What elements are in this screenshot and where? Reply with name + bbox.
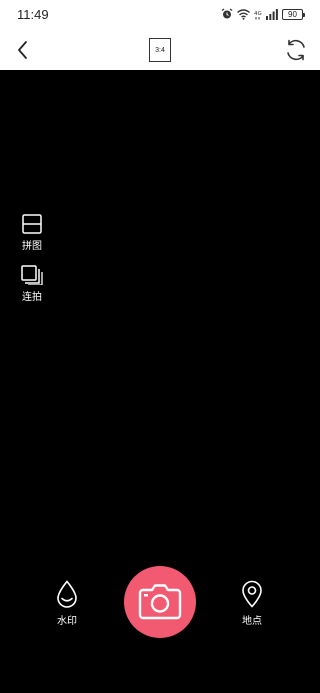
status-time: 11:49 — [17, 7, 49, 22]
collage-icon — [22, 214, 42, 234]
camera-icon — [138, 584, 182, 620]
aspect-ratio-label: 3:4 — [155, 46, 165, 54]
camera-switch-icon — [287, 39, 305, 61]
collage-button[interactable]: 拼图 — [15, 214, 49, 252]
watermark-button[interactable]: 水印 — [47, 580, 87, 627]
watermark-drop-icon — [57, 580, 77, 608]
location-label: 地点 — [242, 616, 262, 627]
collage-label: 拼图 — [22, 241, 42, 252]
location-button[interactable]: 地点 — [232, 580, 272, 627]
chevron-left-icon — [18, 41, 27, 59]
shutter-button[interactable] — [124, 566, 196, 638]
top-bar: 3:4 — [0, 30, 320, 70]
wifi-icon — [237, 8, 250, 20]
4g-icon: 4G — [254, 11, 262, 19]
burst-button[interactable]: 连拍 — [15, 265, 49, 303]
status-bar: 11:49 4G 90 — [0, 0, 320, 30]
watermark-label: 水印 — [57, 616, 77, 627]
aspect-ratio-button[interactable]: 3:4 — [149, 38, 171, 62]
signal-icon — [266, 8, 278, 20]
svg-text:4G: 4G — [254, 11, 262, 17]
status-icons: 4G 90 — [221, 8, 305, 20]
burst-label: 连拍 — [22, 292, 42, 303]
alarm-icon — [221, 8, 233, 19]
back-button[interactable] — [10, 37, 36, 63]
camera-switch-button[interactable] — [283, 37, 309, 63]
location-pin-icon — [242, 580, 262, 608]
battery-icon: 90 — [282, 8, 305, 20]
burst-icon — [21, 265, 43, 285]
